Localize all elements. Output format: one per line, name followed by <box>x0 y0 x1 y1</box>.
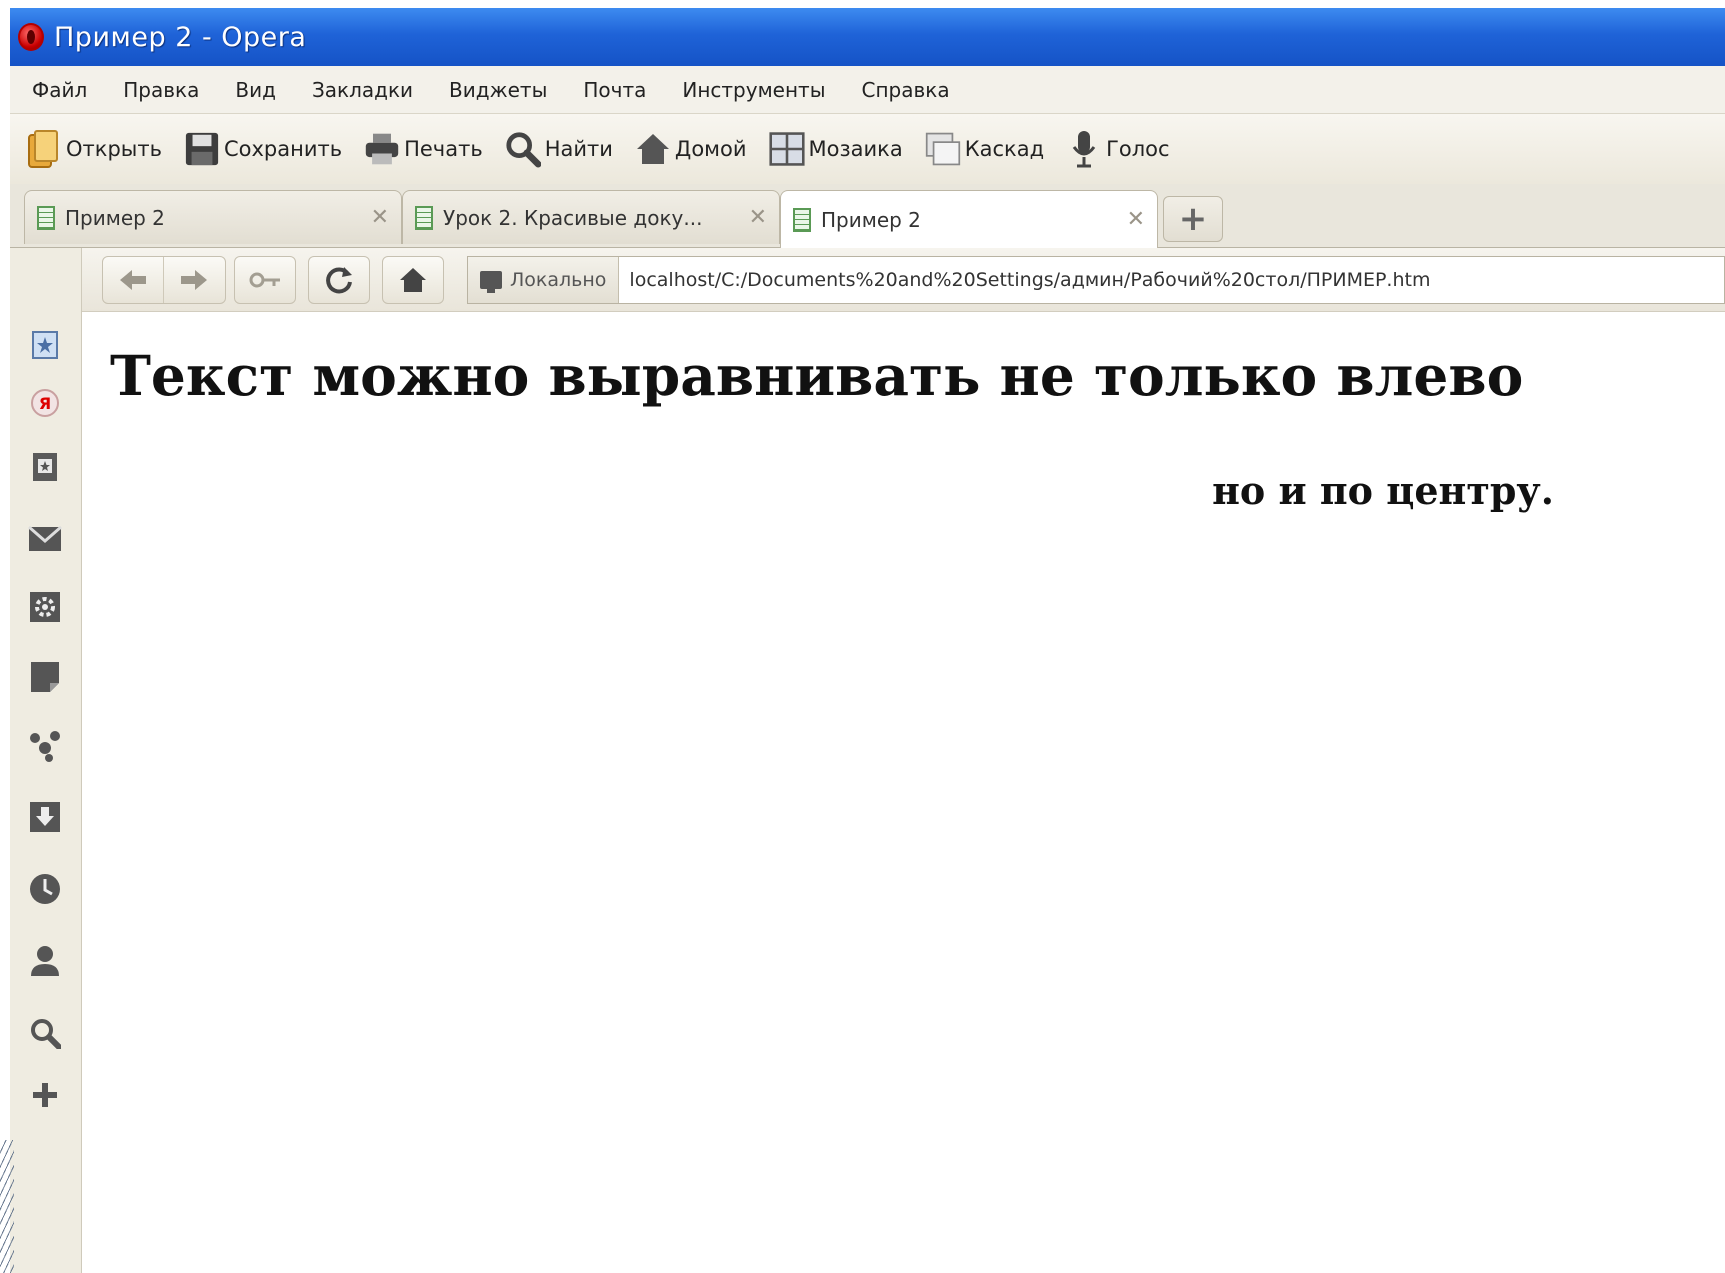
contacts-icon[interactable] <box>26 942 64 980</box>
document-icon <box>37 205 55 230</box>
open-button[interactable]: Открыть <box>26 129 162 169</box>
document-icon <box>415 205 433 230</box>
save-label: Сохранить <box>223 137 343 161</box>
mail-icon[interactable] <box>26 520 64 558</box>
home-button[interactable]: Домой <box>635 129 747 169</box>
reload-icon[interactable] <box>309 257 369 303</box>
wand-group <box>234 256 296 304</box>
menu-bar: Файл Правка Вид Закладки Виджеты Почта И… <box>10 66 1725 114</box>
tab-1[interactable]: Пример 2 ✕ <box>24 190 402 244</box>
print-label: Печать <box>404 137 483 161</box>
floppy-disk-icon <box>184 129 220 169</box>
house-icon <box>635 129 671 169</box>
menu-help[interactable]: Справка <box>861 78 949 102</box>
menu-widgets[interactable]: Виджеты <box>449 78 547 102</box>
search-icon[interactable] <box>26 1014 64 1052</box>
print-button[interactable]: Печать <box>364 129 483 169</box>
opera-logo-icon[interactable] <box>18 23 44 51</box>
plus-icon: + <box>1178 199 1208 239</box>
downloads-icon[interactable] <box>26 798 64 836</box>
add-panel-icon[interactable] <box>26 1076 64 1114</box>
menu-view[interactable]: Вид <box>235 78 276 102</box>
bookmarks-icon[interactable] <box>26 326 64 364</box>
menu-bookmarks[interactable]: Закладки <box>312 78 413 102</box>
home-label: Домой <box>674 137 747 161</box>
navigation-bar: Локально localhost/C:/Documents%20and%20… <box>82 248 1725 312</box>
document-icon <box>793 207 811 232</box>
local-badge-label: Локально <box>510 269 607 291</box>
back-arrow-icon[interactable] <box>103 257 163 303</box>
decorative-hatch <box>0 1140 14 1273</box>
menu-file[interactable]: Файл <box>32 78 87 102</box>
folder-icon <box>26 129 62 169</box>
menu-edit[interactable]: Правка <box>123 78 199 102</box>
cascade-button[interactable]: Каскад <box>925 129 1044 169</box>
close-icon[interactable]: ✕ <box>749 205 767 230</box>
key-icon[interactable] <box>235 257 295 303</box>
reload-group <box>308 256 370 304</box>
address-bar[interactable]: Локально localhost/C:/Documents%20and%20… <box>467 256 1725 304</box>
save-button[interactable]: Сохранить <box>184 129 342 169</box>
tab-bar: Пример 2 ✕ Урок 2. Красивые доку... ✕ Пр… <box>10 184 1725 248</box>
tile-button[interactable]: Мозаика <box>768 129 903 169</box>
close-icon[interactable]: ✕ <box>1127 207 1145 232</box>
open-label: Открыть <box>66 137 162 161</box>
new-tab-button[interactable]: + <box>1163 196 1223 242</box>
tab-label: Урок 2. Красивые доку... <box>443 205 703 230</box>
notes-icon[interactable] <box>26 658 64 696</box>
monitor-icon <box>480 271 502 293</box>
home-icon[interactable] <box>383 257 443 303</box>
window-title: Пример 2 - Opera <box>54 21 307 53</box>
back-forward-group <box>102 256 226 304</box>
tab-label: Пример 2 <box>821 207 921 232</box>
right-aligned-text: но и по центру. <box>1212 468 1554 513</box>
speed-dial-icon[interactable] <box>26 448 64 486</box>
tab-2[interactable]: Урок 2. Красивые доку... ✕ <box>402 190 780 244</box>
find-label: Найти <box>544 137 613 161</box>
svg-text:Я: Я <box>39 394 51 413</box>
page-heading: Текст можно выравнивать не только влево <box>110 343 1524 408</box>
menu-mail[interactable]: Почта <box>583 78 646 102</box>
yandex-icon[interactable]: Я <box>26 384 64 422</box>
tile-label: Мозаика <box>808 137 903 161</box>
magnifier-icon <box>505 129 541 169</box>
voice-label: Голос <box>1106 137 1170 161</box>
forward-arrow-icon[interactable] <box>163 257 223 303</box>
title-bar: Пример 2 - Opera <box>10 8 1725 66</box>
microphone-icon <box>1066 129 1102 169</box>
cascade-windows-icon <box>925 129 961 169</box>
widgets-icon[interactable] <box>26 588 64 626</box>
cascade-label: Каскад <box>964 137 1045 161</box>
address-url[interactable]: localhost/C:/Documents%20and%20Settings/… <box>619 269 1430 291</box>
history-icon[interactable] <box>26 870 64 908</box>
browser-window: Пример 2 - Opera Файл Правка Вид Закладк… <box>10 8 1725 1273</box>
printer-icon <box>364 129 400 169</box>
close-icon[interactable]: ✕ <box>371 205 389 230</box>
find-button[interactable]: Найти <box>505 129 613 169</box>
tab-label: Пример 2 <box>65 205 165 230</box>
tab-3-active[interactable]: Пример 2 ✕ <box>780 190 1158 248</box>
menu-tools[interactable]: Инструменты <box>682 78 825 102</box>
side-panel: Я <box>10 248 82 1273</box>
home-nav-group <box>382 256 444 304</box>
tile-windows-icon <box>768 129 805 169</box>
page-content: Текст можно выравнивать не только влево … <box>82 313 1725 1273</box>
local-badge[interactable]: Локально <box>468 257 620 303</box>
unite-icon[interactable] <box>26 726 64 764</box>
main-toolbar: Открыть Сохранить Печать Найти Домой Моз… <box>10 114 1725 184</box>
voice-button[interactable]: Голос <box>1066 129 1170 169</box>
